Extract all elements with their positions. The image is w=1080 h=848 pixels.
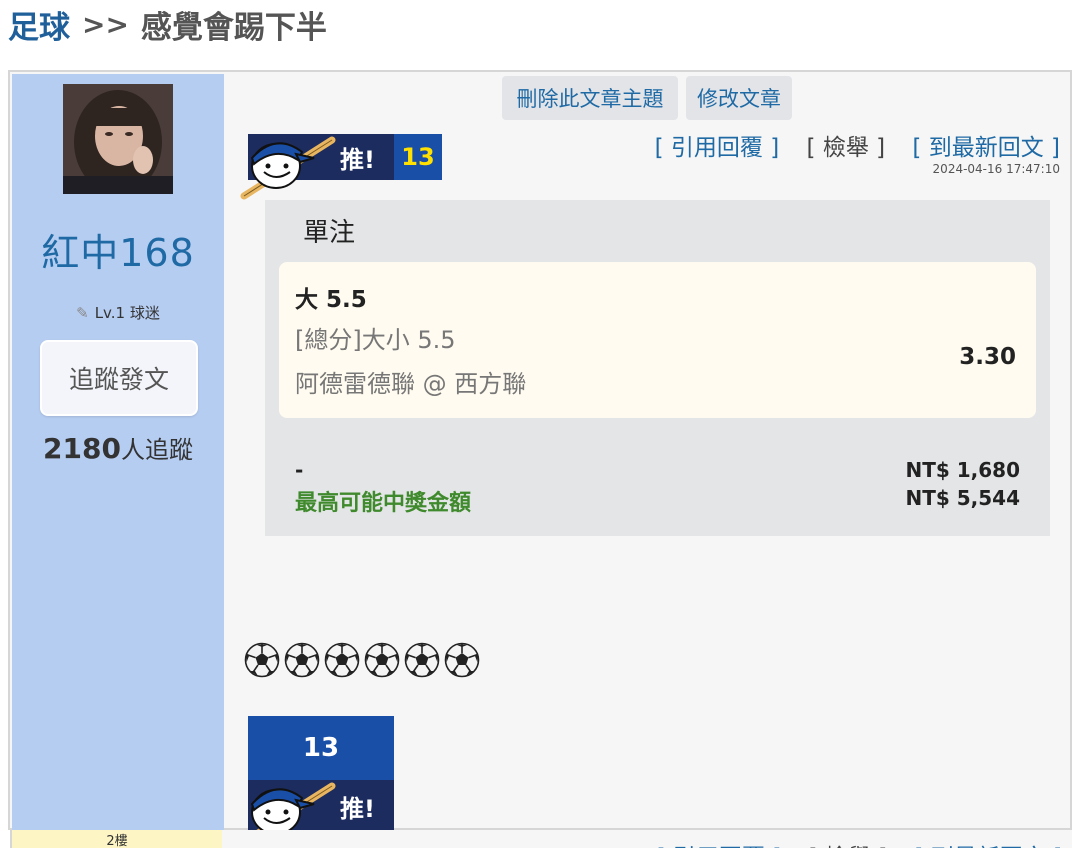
followers-number: 2180 (43, 432, 121, 465)
push-label-bottom: 推! (340, 794, 375, 823)
soccer-ball-icon (284, 642, 320, 678)
author-name[interactable]: 紅中168 (12, 222, 224, 277)
followers-unit: 人追蹤 (120, 436, 193, 464)
author-panel: 紅中168 ✎ Lv.1 球迷 追蹤發文 2180人追蹤 (12, 74, 224, 830)
breadcrumb-category-link[interactable]: 足球 (8, 2, 70, 47)
followers-count: 2180人追蹤 (12, 430, 224, 465)
next-post-floor: 2樓 (10, 830, 222, 848)
avatar-image (63, 84, 173, 194)
push-count-bottom: 13 (248, 716, 394, 780)
edit-post-button[interactable]: 修改文章 (686, 76, 792, 120)
next-reply-links: [ 引用回覆 ] [ 檢舉 ] [ 到最新回文 ] (657, 838, 1062, 848)
post-timestamp: 2024-04-16 17:47:10 (932, 162, 1060, 176)
latest-reply-link[interactable]: [ 到最新回文 ] (912, 135, 1060, 161)
follow-button[interactable]: 追蹤發文 (40, 340, 198, 416)
push-button[interactable]: 13 推! (240, 134, 442, 200)
soccer-ball-icon (244, 642, 280, 678)
pen-icon: ✎ (76, 304, 89, 322)
push-label: 推! (340, 145, 375, 174)
breadcrumb-separator: >> (82, 7, 129, 41)
next-post-content: [ 引用回覆 ] [ 檢舉 ] [ 到最新回文 ] (222, 830, 1072, 848)
bet-slip: 單注 大 5.5 [總分]大小 5.5 阿德雷德聯 @ 西方聯 3.30 - 最… (265, 200, 1050, 536)
avatar[interactable] (63, 84, 173, 194)
bet-odds: 3.30 (959, 344, 1016, 370)
soccer-ball-icon (444, 642, 480, 678)
max-prize-label: 最高可能中獎金額 (295, 491, 472, 516)
author-level-text: Lv.1 球迷 (94, 304, 160, 322)
page-title: 感覺會踢下半 (140, 9, 327, 46)
reply-links: [ 引用回覆 ] [ 檢舉 ] [ 到最新回文 ] (655, 128, 1060, 162)
soccer-ball-icon (324, 642, 360, 678)
bet-stake: NT$ 1,680 (905, 458, 1020, 482)
soccer-ball-icon (364, 642, 400, 678)
push-count: 13 (394, 134, 442, 180)
quote-reply-link[interactable]: [ 引用回覆 ] (655, 135, 780, 161)
bet-slip-card: 大 5.5 [總分]大小 5.5 阿德雷德聯 @ 西方聯 3.30 (279, 262, 1036, 418)
author-level: ✎ Lv.1 球迷 (12, 302, 224, 323)
post: 紅中168 ✎ Lv.1 球迷 追蹤發文 2180人追蹤 刪除此文章主題 修改文章… (8, 70, 1072, 846)
bet-market: [總分]大小 5.5 (295, 326, 456, 354)
soccer-ball-icon (404, 642, 440, 678)
bet-pick: 大 5.5 (295, 287, 367, 313)
bet-slip-title: 單注 (303, 218, 356, 248)
post-content: 刪除此文章主題 修改文章 13 推! [ 引用回覆 ] [ 檢舉 ] [ 到最新… (224, 72, 1070, 846)
bet-dash: - (295, 458, 304, 482)
bet-payout: NT$ 5,544 (905, 486, 1020, 510)
baseball-mascot-icon (240, 136, 336, 200)
delete-topic-button[interactable]: 刪除此文章主題 (502, 76, 678, 120)
push-button-bottom[interactable]: 13 推! (240, 716, 394, 846)
report-link[interactable]: [ 檢舉 ] (807, 135, 886, 161)
soccer-balls (244, 642, 480, 678)
bet-match: 阿德雷德聯 @ 西方聯 (295, 370, 527, 398)
breadcrumb: 足球 >> 感覺會踢下半 (8, 2, 327, 46)
